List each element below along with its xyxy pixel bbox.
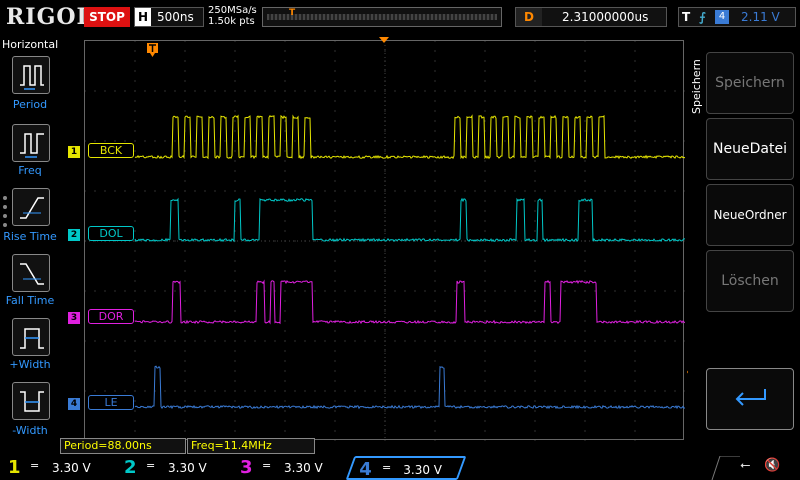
ch3-tab-number: 3 [240, 456, 253, 480]
period-icon [17, 61, 47, 91]
ch2-tab[interactable]: 2 = 3.30 V [116, 456, 228, 480]
delete-button[interactable]: Löschen [706, 250, 794, 312]
rising-edge-icon: ⨍ [699, 8, 706, 26]
fall-time-icon [17, 259, 47, 289]
new-folder-button[interactable]: NeueOrdner [706, 184, 794, 246]
ch3-scale: 3.30 V [284, 456, 323, 480]
waveform-display[interactable] [84, 40, 684, 440]
timebase-value: 500ns [157, 8, 194, 26]
ch4-coupling-icon: = [382, 456, 391, 480]
ch1-label[interactable]: BCK [88, 143, 134, 158]
ch1-number-marker[interactable]: 1 [68, 146, 80, 158]
sample-rate: 250MSa/s [208, 5, 257, 16]
minus-width-icon [17, 387, 47, 417]
ch3-number-marker[interactable]: 3 [68, 312, 80, 324]
delay-value: 2.31000000us [562, 8, 648, 26]
ch1-coupling-icon: = [30, 454, 39, 478]
trigger-source: 4 [715, 10, 729, 24]
measure-menu: Horizontal Period Freq Rise Time Fall Ti… [0, 36, 60, 456]
rise-time-label: Rise Time [0, 230, 60, 243]
return-button[interactable] [706, 368, 794, 430]
delay-box[interactable]: D 2.31000000us [515, 7, 667, 27]
run-stop-button[interactable]: STOP [84, 7, 130, 27]
ch4-tab[interactable]: 4 = 3.30 V [346, 456, 467, 480]
ch4-label[interactable]: LE [88, 395, 134, 410]
plus-width-measure-button[interactable] [12, 318, 50, 356]
rise-time-icon [17, 193, 47, 223]
ch4-scale: 3.30 V [403, 458, 442, 480]
period-readout: Period=88.00ns [60, 438, 186, 454]
ch2-label[interactable]: DOL [88, 226, 134, 241]
period-label: Period [0, 98, 60, 111]
ch1-trace [135, 116, 685, 158]
ch3-tab[interactable]: 3 = 3.30 V [232, 456, 344, 480]
trigger-level: 2.11 V [741, 8, 780, 26]
delay-label: D [516, 8, 542, 26]
fall-time-label: Fall Time [0, 294, 60, 307]
rise-time-measure-button[interactable] [12, 188, 50, 226]
ch2-coupling-icon: = [146, 454, 155, 478]
ch1-scale: 3.30 V [52, 456, 91, 480]
freq-icon [17, 129, 47, 159]
plus-width-label: +Width [0, 358, 60, 371]
return-icon [733, 387, 769, 409]
ch3-label[interactable]: DOR [88, 309, 134, 324]
ch2-scale: 3.30 V [168, 456, 207, 480]
ch4-trace [135, 366, 685, 408]
waveform-canvas [85, 41, 685, 441]
trigger-box[interactable]: T ⨍ 4 2.11 V [678, 7, 796, 27]
trigger-time-marker-icon[interactable] [146, 42, 160, 58]
ch4-tab-number: 4 [359, 458, 372, 480]
ch2-number-marker[interactable]: 2 [68, 229, 80, 241]
acquisition-info: 250MSa/s 1.50k pts [208, 5, 257, 27]
page-dots-icon [3, 196, 7, 232]
plus-width-icon [17, 323, 47, 353]
ch2-tab-number: 2 [124, 456, 137, 480]
usb-icon: ⭠ [740, 458, 750, 473]
save-button[interactable]: Speichern [706, 52, 794, 114]
save-menu-title: Speichern [690, 44, 704, 114]
ch2-trace [135, 199, 685, 241]
speaker-muted-icon[interactable]: 🔇 [764, 458, 780, 473]
ch3-trace [135, 281, 685, 323]
period-measure-button[interactable] [12, 56, 50, 94]
status-bar-divider-icon [700, 456, 740, 480]
trigger-label: T [682, 8, 690, 26]
minus-width-label: -Width [0, 424, 60, 437]
freq-label: Freq [0, 164, 60, 177]
measure-menu-title: Horizontal [2, 38, 58, 51]
freq-readout: Freq=11.4MHz [187, 438, 315, 454]
brand-logo: RIGOL [6, 4, 93, 30]
memory-overview-bar [267, 14, 497, 20]
ch3-coupling-icon: = [262, 454, 271, 478]
memory-overview-strip[interactable]: T [262, 7, 502, 27]
top-bar: RIGOL STOP H 500ns 250MSa/s 1.50k pts T … [0, 0, 800, 36]
timebase-label: H [135, 8, 151, 26]
ch1-tab-number: 1 [8, 456, 21, 480]
center-marker-icon [379, 37, 389, 44]
trigger-position-icon: T [289, 8, 299, 18]
ch4-number-marker[interactable]: 4 [68, 398, 80, 410]
new-file-button[interactable]: NeueDatei [706, 118, 794, 180]
timebase-box[interactable]: H 500ns [134, 7, 204, 27]
freq-measure-button[interactable] [12, 124, 50, 162]
minus-width-measure-button[interactable] [12, 382, 50, 420]
fall-time-measure-button[interactable] [12, 254, 50, 292]
memory-depth: 1.50k pts [208, 16, 257, 27]
ch1-tab[interactable]: 1 = 3.30 V [0, 456, 112, 480]
